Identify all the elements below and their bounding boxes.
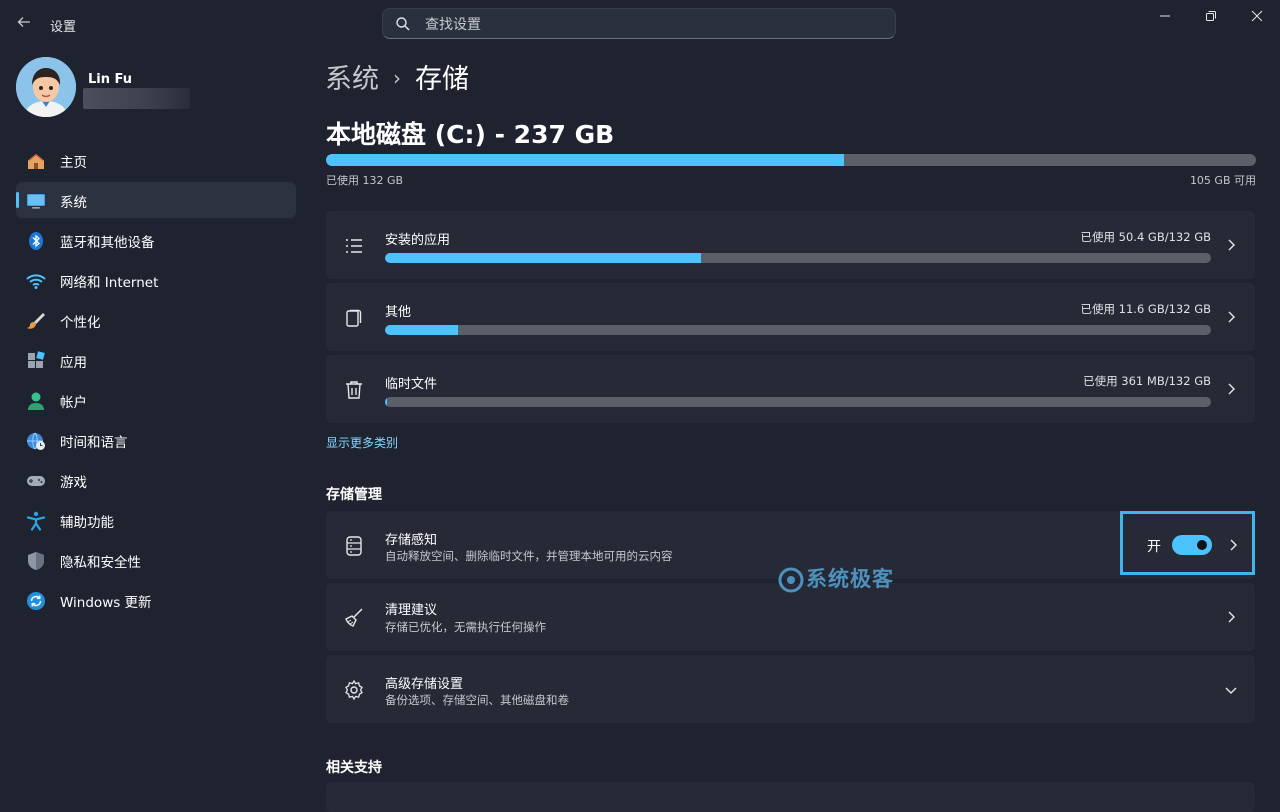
chevron-right-icon [1228, 611, 1235, 623]
update-icon [27, 592, 45, 610]
accessibility-icon [26, 511, 46, 531]
row-subtitle: 存储已优化，无需执行任何操作 [385, 620, 546, 634]
section-heading-storage-management: 存储管理 [326, 487, 382, 503]
category-temp-files[interactable]: 临时文件 已使用 361 MB/132 GB [326, 355, 1255, 423]
sidebar-item-network[interactable]: 网络和 Internet [16, 262, 296, 298]
close-button[interactable] [1234, 0, 1280, 32]
user-name: Lin Fu [88, 72, 133, 87]
row-title: 清理建议 [385, 603, 438, 618]
gamepad-icon [27, 476, 45, 486]
category-title: 安装的应用 [385, 233, 451, 248]
sidebar-item-system[interactable]: 系统 [16, 182, 296, 218]
category-usage-bar [385, 397, 1211, 407]
drive-used-label: 已使用 132 GB [326, 174, 404, 187]
show-more-categories-link[interactable]: 显示更多类别 [326, 434, 398, 451]
row-subtitle: 自动释放空间、删除临时文件，并管理本地可用的云内容 [385, 549, 673, 563]
shield-icon [28, 552, 44, 570]
sidebar-item-bluetooth[interactable]: 蓝牙和其他设备 [16, 222, 296, 258]
broom-icon [345, 608, 363, 627]
search-input[interactable] [423, 9, 877, 40]
chevron-right-icon [1228, 311, 1235, 323]
watermark-logo-icon [778, 567, 804, 593]
toggle-knob [1197, 540, 1207, 550]
documents-icon [346, 309, 362, 327]
trash-icon [346, 381, 362, 399]
category-usage-fill [385, 253, 701, 263]
search-icon [396, 17, 410, 31]
category-used: 已使用 361 MB/132 GB [1083, 374, 1211, 388]
restore-icon [1206, 11, 1216, 21]
sidebar-item-apps[interactable]: 应用 [16, 342, 296, 378]
title-bar: 设置 [0, 0, 1280, 48]
paintbrush-icon [27, 313, 45, 329]
row-subtitle: 备份选项、存储空间、其他磁盘和卷 [385, 693, 569, 707]
sidebar-item-accounts[interactable]: 帐户 [16, 382, 296, 418]
breadcrumb: 系统 › 存储 [325, 57, 469, 96]
back-arrow-icon[interactable] [14, 14, 34, 34]
account-icon [28, 392, 44, 410]
cleanup-recommendations-row[interactable]: 清理建议 存储已优化，无需执行任何操作 [326, 583, 1255, 651]
user-email-blurred [83, 88, 190, 109]
sidebar-item-time-language[interactable]: 时间和语言 [16, 422, 296, 458]
toggle-state-label: 开 [1147, 539, 1161, 555]
category-usage-fill [385, 325, 458, 335]
apps-icon [28, 351, 45, 368]
minimize-button[interactable] [1142, 0, 1188, 32]
drive-free-label: 105 GB 可用 [1189, 174, 1256, 187]
drive-title: 本地磁盘 (C:) - 237 GB [326, 120, 615, 149]
avatar-image [16, 57, 76, 117]
drive-usage-fill [326, 154, 844, 166]
sidebar-item-gaming[interactable]: 游戏 [16, 462, 296, 498]
avatar[interactable] [16, 57, 76, 117]
sidebar-item-personalization[interactable]: 个性化 [16, 302, 296, 338]
watermark: 系统极客 [778, 563, 894, 593]
sidebar-nav: 主页 系统 蓝牙和其他设备 网络和 Internet 个性化 应用 帐户 时间和… [16, 142, 296, 622]
gear-icon [345, 679, 363, 701]
storage-sense-toggle-highlight: 开 [1120, 511, 1255, 575]
sidebar-item-accessibility[interactable]: 辅助功能 [16, 502, 296, 538]
close-icon [1251, 10, 1263, 22]
category-title: 其他 [385, 305, 412, 320]
row-title: 高级存储设置 [385, 677, 464, 692]
chevron-right-icon [1228, 239, 1235, 251]
category-usage-bar [385, 325, 1211, 335]
breadcrumb-separator: › [393, 66, 401, 90]
sidebar-item-home[interactable]: 主页 [16, 142, 296, 178]
chevron-right-icon [1228, 383, 1235, 395]
wifi-icon [26, 274, 46, 289]
sidebar-item-privacy[interactable]: 隐私和安全性 [16, 542, 296, 578]
breadcrumb-parent[interactable]: 系统 [325, 64, 379, 95]
row-title: 存储感知 [385, 533, 438, 548]
globe-clock-icon [27, 432, 45, 450]
bluetooth-icon [29, 232, 43, 250]
category-used: 已使用 11.6 GB/132 GB [1080, 302, 1212, 316]
advanced-storage-settings-row[interactable]: 高级存储设置 备份选项、存储空间、其他磁盘和卷 [326, 655, 1255, 723]
app-title: 设置 [50, 20, 77, 35]
category-other[interactable]: 其他 已使用 11.6 GB/132 GB [326, 283, 1255, 351]
minimize-icon [1160, 15, 1170, 17]
storage-sense-icon [346, 536, 362, 556]
category-used: 已使用 50.4 GB/132 GB [1080, 230, 1212, 244]
section-heading-related-support: 相关支持 [326, 760, 382, 776]
watermark-text: 系统极客 [806, 567, 894, 591]
list-icon [346, 239, 362, 253]
chevron-down-icon [1225, 687, 1237, 694]
system-display-icon [27, 194, 45, 209]
related-support-card[interactable] [326, 782, 1255, 812]
storage-sense-toggle[interactable] [1172, 535, 1212, 555]
restore-button[interactable] [1188, 0, 1234, 32]
sidebar-item-windows-update[interactable]: Windows 更新 [16, 582, 296, 618]
category-installed-apps[interactable]: 安装的应用 已使用 50.4 GB/132 GB [326, 211, 1255, 279]
page-title: 存储 [415, 64, 469, 95]
drive-usage-bar [326, 154, 1256, 166]
home-icon [28, 154, 44, 169]
chevron-right-icon[interactable] [1226, 538, 1240, 552]
category-title: 临时文件 [385, 377, 438, 392]
category-usage-bar [385, 253, 1211, 263]
search-box[interactable] [382, 8, 896, 40]
category-usage-fill [385, 397, 388, 407]
